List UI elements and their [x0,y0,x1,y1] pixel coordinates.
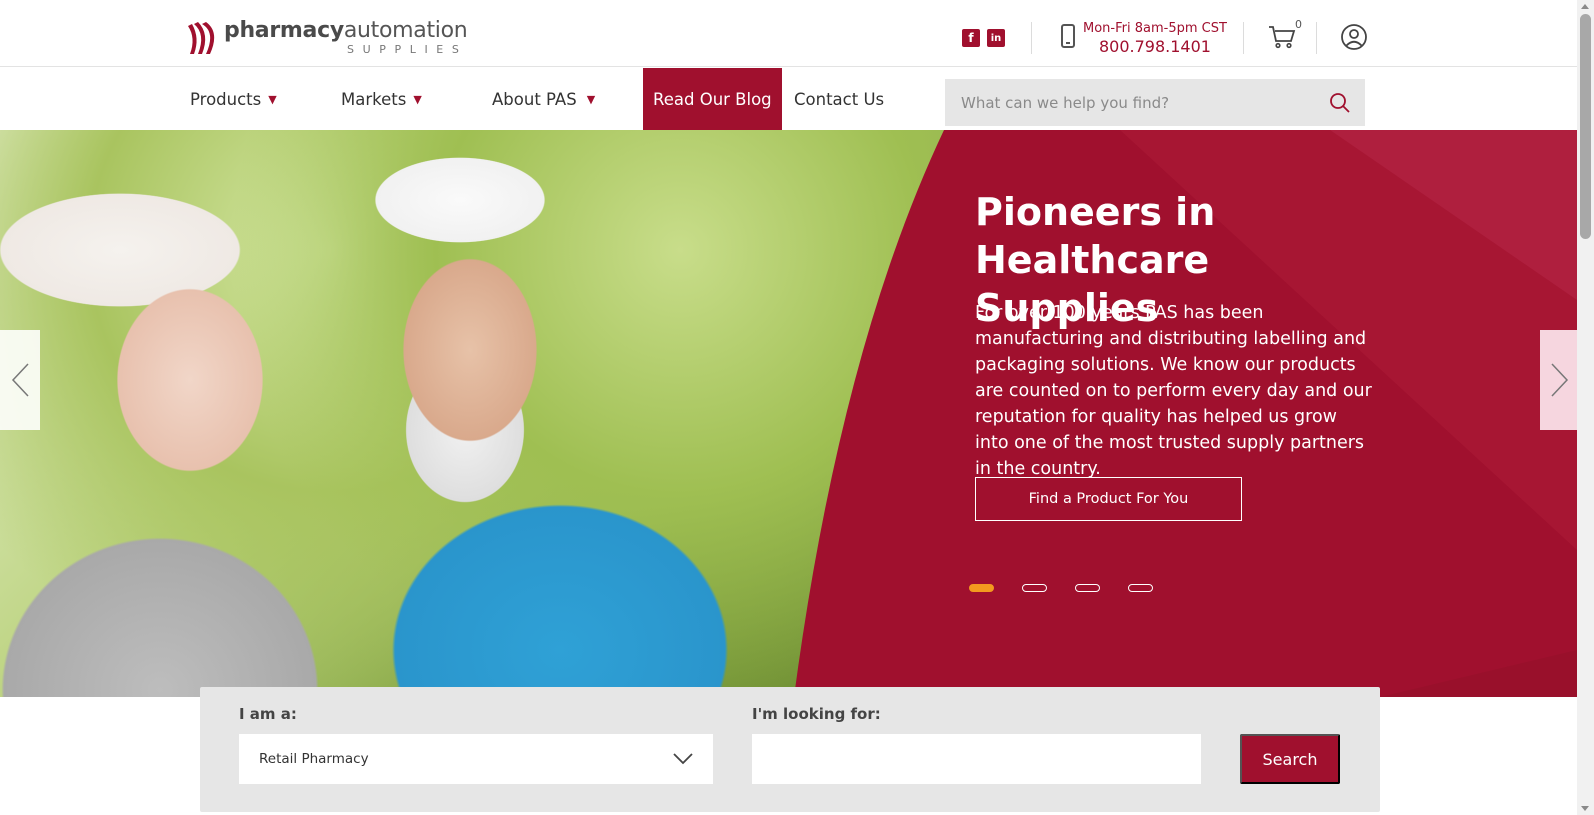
nav-item-products[interactable]: Products ▼ [190,68,277,130]
carousel-dot[interactable] [969,584,994,592]
site-logo[interactable]: pharmacyautomation SUPPLIES [186,18,468,56]
divider [1031,22,1032,54]
contact-hours: Mon-Fri 8am-5pm CST [1083,21,1227,36]
search-icon[interactable] [1329,92,1351,114]
divider [1243,22,1244,54]
logo-name: pharmacyautomation [224,18,468,43]
search-input[interactable] [959,92,1329,113]
chevron-left-icon [11,363,29,397]
scroll-up-icon[interactable] [1581,4,1589,9]
hero-carousel: Pioneers in Healthcare Supplies For over… [0,130,1577,697]
nav-item-markets[interactable]: Markets ▼ [341,68,422,130]
contact-info[interactable]: Mon-Fri 8am-5pm CST 800.798.1401 [1083,21,1227,56]
carousel-prev-button[interactable] [0,330,40,430]
chevron-down-icon [673,753,693,765]
caret-down-icon: ▼ [268,92,277,106]
product-finder: I am a: Retail Pharmacy I'm looking for:… [200,687,1380,812]
main-nav: Products ▼ Markets ▼ About PAS ▼ Read Our B… [0,68,1577,130]
nav-item-about[interactable]: About PAS ▼ [492,68,595,130]
carousel-dots [969,584,1153,592]
chevron-right-icon [1551,363,1569,397]
cart-count: 0 [1295,18,1302,31]
linkedin-icon[interactable]: in [987,29,1005,47]
hero-description: For over 100 years PAS has been manufact… [975,303,1372,479]
caret-down-icon: ▼ [586,92,596,106]
top-header: pharmacyautomation SUPPLIES f in Mon-Fri… [0,0,1577,67]
looking-for-input[interactable] [752,734,1201,784]
looking-for-label: I'm looking for: [752,705,881,723]
facebook-icon[interactable]: f [962,29,980,47]
find-product-button[interactable]: Find a Product For You [975,477,1242,521]
caret-down-icon: ▼ [413,92,422,106]
role-select[interactable]: Retail Pharmacy [239,734,713,784]
logo-mark-icon [188,22,215,54]
carousel-next-button[interactable] [1540,330,1577,430]
finder-search-button[interactable]: Search [1240,734,1340,784]
logo-subtitle: SUPPLIES [347,43,468,56]
nav-item-blog[interactable]: Read Our Blog [643,68,782,130]
scroll-thumb[interactable] [1580,14,1591,239]
account-icon[interactable] [1341,24,1367,50]
page-scrollbar[interactable] [1577,0,1594,815]
nav-item-contact[interactable]: Contact Us [794,68,884,130]
carousel-dot[interactable] [1022,584,1047,592]
social-links: f in [962,29,1005,47]
site-search [945,79,1365,126]
scroll-down-icon[interactable] [1581,806,1589,811]
role-label: I am a: [239,705,297,723]
role-select-value: Retail Pharmacy [259,751,369,767]
contact-phone[interactable]: 800.798.1401 [1083,37,1227,56]
phone-icon [1061,24,1075,48]
carousel-dot[interactable] [1075,584,1100,592]
divider [1316,22,1317,54]
carousel-dot[interactable] [1128,584,1153,592]
cart-icon[interactable] [1268,25,1296,49]
